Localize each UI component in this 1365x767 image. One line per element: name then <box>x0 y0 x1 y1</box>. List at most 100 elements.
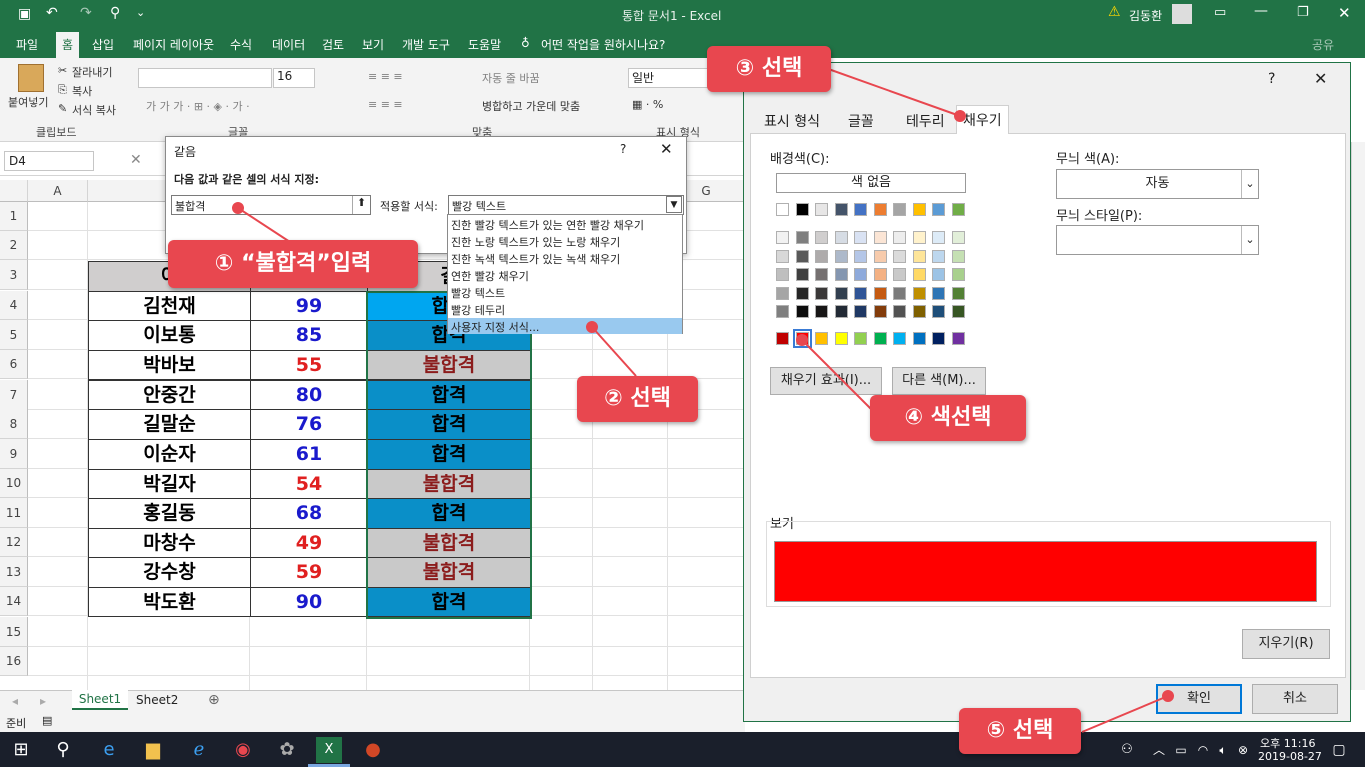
sheet-tab-sheet1[interactable]: Sheet1 <box>72 690 128 710</box>
color-swatch-tint[interactable] <box>873 268 887 281</box>
tab-fill[interactable]: 채우기 <box>956 105 1009 134</box>
chevron-down-icon[interactable]: ⌄ <box>1241 170 1258 198</box>
column-header-a[interactable]: A <box>28 180 88 202</box>
edge-icon[interactable]: e <box>96 737 122 763</box>
copy-icon[interactable]: ⎘ <box>58 83 67 97</box>
color-swatch-tint[interactable] <box>776 249 789 263</box>
color-swatch-tint[interactable] <box>854 249 867 263</box>
tab-help[interactable]: 도움말 <box>468 36 501 53</box>
help-icon[interactable]: ? <box>1268 71 1275 87</box>
file-explorer-icon[interactable]: ▆ <box>140 737 166 763</box>
row-header[interactable]: 3 <box>0 260 28 290</box>
color-swatch-tint[interactable] <box>776 305 789 318</box>
chevron-down-icon[interactable]: ⌄ <box>1241 226 1258 254</box>
copy-button[interactable]: 복사 <box>72 83 92 99</box>
color-swatch-tint[interactable] <box>776 268 789 281</box>
tab-developer[interactable]: 개발 도구 <box>402 36 450 53</box>
color-swatch-standard[interactable] <box>912 332 926 345</box>
score-cell[interactable]: 54 <box>250 469 368 499</box>
format-option[interactable]: 진한 노랑 텍스트가 있는 노랑 채우기 <box>451 234 620 250</box>
bold-icon[interactable]: 가 가 가 · ⊞ · ◈ · 가 · <box>146 98 250 114</box>
score-cell[interactable]: 85 <box>250 320 368 351</box>
windows-start-icon[interactable]: ⊞ <box>8 737 34 763</box>
row-header[interactable]: 1 <box>0 202 28 231</box>
more-colors-button[interactable]: 다른 색(M)... <box>892 367 986 395</box>
name-cell[interactable]: 마창수 <box>88 528 251 558</box>
row-header[interactable]: 11 <box>0 498 28 528</box>
tab-font[interactable]: 글꼴 <box>842 107 880 133</box>
avatar[interactable] <box>1172 4 1192 24</box>
tab-formulas[interactable]: 수식 <box>230 36 252 53</box>
name-cell[interactable]: 강수창 <box>88 557 251 588</box>
ribbon-display-icon[interactable]: ▭ <box>1214 5 1226 20</box>
color-swatch-tint[interactable] <box>873 231 887 244</box>
row-header[interactable]: 15 <box>0 617 28 647</box>
format-option[interactable]: 진한 빨강 텍스트가 있는 연한 빨강 채우기 <box>451 217 644 233</box>
color-swatch-tint[interactable] <box>893 268 906 281</box>
color-swatch-tint[interactable] <box>795 231 809 244</box>
sheet-tab-sheet2[interactable]: Sheet2 <box>136 693 178 707</box>
tell-me-search[interactable]: 어떤 작업을 원하시나요? <box>541 36 665 53</box>
color-swatch-tint[interactable] <box>815 231 828 244</box>
tab-number[interactable]: 표시 형식 <box>758 107 826 133</box>
format-select[interactable]: 빨강 텍스트 <box>448 195 684 215</box>
cancel-entry-icon[interactable]: ✕ <box>130 152 142 168</box>
color-swatch-tint[interactable] <box>912 268 926 281</box>
name-cell[interactable]: 박길자 <box>88 469 251 499</box>
search-icon[interactable]: ⚲ <box>50 737 76 763</box>
color-swatch-tint[interactable] <box>951 249 965 263</box>
row-header[interactable]: 12 <box>0 528 28 557</box>
format-option[interactable]: 빨강 테두리 <box>451 302 505 318</box>
color-swatch-tint[interactable] <box>795 268 809 281</box>
internet-explorer-icon[interactable]: ℯ <box>186 737 212 763</box>
row-header[interactable]: 6 <box>0 350 28 379</box>
color-swatch-standard[interactable] <box>893 332 906 345</box>
clear-button[interactable]: 지우기(R) <box>1242 629 1330 659</box>
score-cell[interactable]: 49 <box>250 528 368 558</box>
score-cell[interactable]: 59 <box>250 557 368 588</box>
color-swatch-tint[interactable] <box>795 286 809 300</box>
row-header[interactable]: 14 <box>0 587 28 616</box>
score-cell[interactable]: 80 <box>250 380 368 411</box>
color-swatch-theme[interactable] <box>815 203 828 216</box>
powerpoint-icon[interactable]: ● <box>360 737 386 763</box>
font-name-box[interactable] <box>138 68 272 88</box>
name-cell[interactable]: 이순자 <box>88 439 251 470</box>
color-swatch-tint[interactable] <box>951 231 965 244</box>
pattern-color-select[interactable]: 자동 <box>1056 169 1259 199</box>
undo-icon[interactable]: ↶ <box>46 5 58 21</box>
color-swatch-tint[interactable] <box>795 249 809 263</box>
color-swatch-tint[interactable] <box>776 286 789 300</box>
tab-insert[interactable]: 삽입 <box>92 36 114 53</box>
row-header[interactable]: 5 <box>0 320 28 350</box>
macro-record-icon[interactable]: ▤ <box>42 714 52 727</box>
color-swatch-tint[interactable] <box>932 231 945 244</box>
score-cell[interactable]: 76 <box>250 409 368 440</box>
color-swatch-tint[interactable] <box>912 305 926 318</box>
currency-icon[interactable]: ▦ · % <box>632 98 663 111</box>
color-swatch-tint[interactable] <box>912 249 926 263</box>
color-swatch-tint[interactable] <box>951 268 965 281</box>
tab-file[interactable]: 파일 <box>16 36 38 53</box>
color-swatch-standard[interactable] <box>951 332 965 345</box>
tab-view[interactable]: 보기 <box>362 36 384 53</box>
align-top-icon[interactable]: ≡ ≡ ≡ <box>368 70 403 83</box>
paste-button[interactable]: 붙여넣기 <box>8 94 48 110</box>
color-swatch-tint[interactable] <box>893 249 906 263</box>
name-cell[interactable]: 안중간 <box>88 380 251 411</box>
ok-button[interactable]: 확인 <box>1156 684 1242 714</box>
restore-icon[interactable]: ❐ <box>1297 5 1309 20</box>
color-swatch-standard[interactable] <box>776 332 789 345</box>
color-swatch-tint[interactable] <box>854 268 867 281</box>
color-swatch-tint[interactable] <box>834 305 848 318</box>
name-cell[interactable]: 이보통 <box>88 320 251 351</box>
help-icon[interactable]: ? <box>620 142 626 156</box>
pattern-style-select[interactable] <box>1056 225 1259 255</box>
color-swatch-tint[interactable] <box>912 231 926 244</box>
cut-button[interactable]: 잘라내기 <box>72 64 112 80</box>
color-swatch-theme[interactable] <box>951 203 965 216</box>
color-swatch-tint[interactable] <box>815 249 828 263</box>
color-swatch-tint[interactable] <box>873 305 887 318</box>
row-header[interactable]: 7 <box>0 380 28 410</box>
color-swatch-standard[interactable] <box>932 332 945 345</box>
